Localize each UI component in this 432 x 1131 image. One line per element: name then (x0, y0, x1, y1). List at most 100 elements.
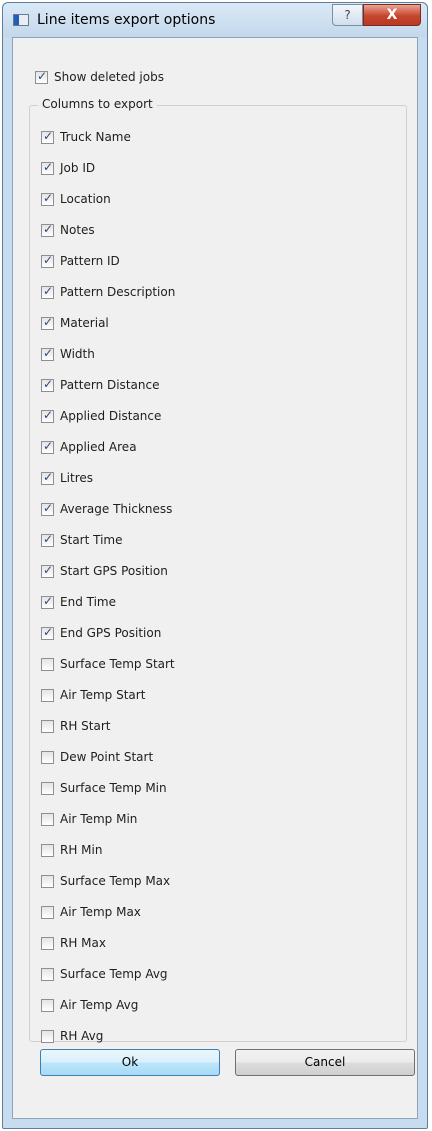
export-options-dialog: Line items export options ? X Show delet… (2, 2, 428, 1129)
column-option[interactable]: Applied Area (41, 436, 137, 458)
column-option[interactable]: Litres (41, 467, 93, 489)
column-label: Surface Temp Start (60, 657, 175, 671)
column-option[interactable]: End GPS Position (41, 622, 161, 644)
column-checkbox[interactable] (41, 129, 54, 144)
column-checkbox[interactable] (41, 563, 54, 578)
column-checkbox[interactable] (41, 470, 54, 485)
column-option[interactable]: Air Temp Min (41, 808, 137, 830)
window-title: Line items export options (37, 12, 216, 28)
column-label: Location (60, 192, 111, 206)
column-option[interactable]: Start GPS Position (41, 560, 168, 582)
column-label: Air Temp Start (60, 688, 146, 702)
show-deleted-jobs-option[interactable]: Show deleted jobs (35, 66, 164, 88)
column-checkbox[interactable] (41, 594, 54, 609)
column-label: Truck Name (60, 130, 131, 144)
column-label: Width (60, 347, 95, 361)
column-checkbox[interactable] (41, 191, 54, 206)
column-option[interactable]: Pattern ID (41, 250, 120, 272)
column-label: Pattern Description (60, 285, 176, 299)
column-option[interactable]: Material (41, 312, 109, 334)
column-label: Applied Area (60, 440, 137, 454)
column-label: Start Time (60, 533, 123, 547)
cancel-button[interactable]: Cancel (235, 1049, 415, 1076)
column-checkbox[interactable] (41, 253, 54, 268)
column-checkbox[interactable] (41, 998, 54, 1012)
column-option[interactable]: Start Time (41, 529, 123, 551)
column-label: Surface Temp Min (60, 781, 167, 795)
column-option[interactable]: Location (41, 188, 111, 210)
column-label: Surface Temp Avg (60, 967, 168, 981)
show-deleted-jobs-checkbox[interactable] (35, 69, 48, 84)
column-option[interactable]: Air Temp Avg (41, 994, 138, 1016)
column-option[interactable]: Pattern Distance (41, 374, 159, 396)
column-label: RH Start (60, 719, 111, 733)
column-option[interactable]: Applied Distance (41, 405, 161, 427)
help-button[interactable]: ? (332, 4, 363, 26)
column-option[interactable]: Job ID (41, 157, 95, 179)
column-label: Air Temp Max (60, 905, 141, 919)
column-option[interactable]: Air Temp Max (41, 901, 141, 923)
column-label: Dew Point Start (60, 750, 154, 764)
column-checkbox[interactable] (41, 377, 54, 392)
column-option[interactable]: RH Start (41, 715, 111, 737)
column-option[interactable]: Average Thickness (41, 498, 172, 520)
column-checkbox[interactable] (41, 874, 54, 888)
ok-button[interactable]: Ok (40, 1049, 220, 1076)
column-label: RH Max (60, 936, 106, 950)
dialog-body: Show deleted jobs Columns to export Truc… (12, 37, 418, 1119)
column-label: Average Thickness (60, 502, 173, 516)
column-label: Job ID (60, 161, 96, 175)
column-label: End Time (60, 595, 116, 609)
column-label: Litres (60, 471, 94, 485)
column-checkbox[interactable] (41, 532, 54, 547)
close-button[interactable]: X (363, 4, 421, 26)
column-option[interactable]: Pattern Description (41, 281, 175, 303)
column-option[interactable]: Notes (41, 219, 95, 241)
column-label: Pattern Distance (60, 378, 160, 392)
column-checkbox[interactable] (41, 160, 54, 175)
column-label: Start GPS Position (60, 564, 168, 578)
column-checkbox[interactable] (41, 284, 54, 299)
column-checkbox[interactable] (41, 750, 54, 764)
column-checkbox[interactable] (41, 843, 54, 857)
column-option[interactable]: Width (41, 343, 95, 365)
column-label: Notes (60, 223, 95, 237)
column-checkbox[interactable] (41, 781, 54, 795)
column-option[interactable]: Surface Temp Start (41, 653, 175, 675)
title-bar[interactable]: Line items export options ? X (3, 3, 427, 37)
column-checkbox[interactable] (41, 625, 54, 640)
column-checkbox[interactable] (41, 408, 54, 423)
column-option[interactable]: RH Avg (41, 1025, 103, 1047)
column-label: Applied Distance (60, 409, 162, 423)
column-option[interactable]: Dew Point Start (41, 746, 153, 768)
column-label: Pattern ID (60, 254, 120, 268)
column-option[interactable]: Truck Name (41, 126, 131, 148)
column-label: Surface Temp Max (60, 874, 171, 888)
column-label: Material (60, 316, 109, 330)
column-checkbox[interactable] (41, 222, 54, 237)
column-option[interactable]: Surface Temp Max (41, 870, 170, 892)
column-checkbox[interactable] (41, 1029, 54, 1043)
column-option[interactable]: Surface Temp Avg (41, 963, 168, 985)
column-option[interactable]: Surface Temp Min (41, 777, 167, 799)
column-checkbox[interactable] (41, 439, 54, 454)
column-checkbox[interactable] (41, 936, 54, 950)
column-checkbox[interactable] (41, 905, 54, 919)
column-option[interactable]: Air Temp Start (41, 684, 145, 706)
column-checkbox[interactable] (41, 719, 54, 733)
column-checkbox[interactable] (41, 346, 54, 361)
column-label: Air Temp Avg (60, 998, 139, 1012)
column-label: Air Temp Min (60, 812, 138, 826)
column-option[interactable]: RH Min (41, 839, 102, 861)
column-checkbox[interactable] (41, 501, 54, 516)
columns-to-export-legend: Columns to export (38, 97, 157, 111)
window-app-icon (13, 14, 29, 26)
column-checkbox[interactable] (41, 315, 54, 330)
column-checkbox[interactable] (41, 967, 54, 981)
column-label: RH Min (60, 843, 103, 857)
column-checkbox[interactable] (41, 812, 54, 826)
column-option[interactable]: End Time (41, 591, 116, 613)
column-option[interactable]: RH Max (41, 932, 106, 954)
column-checkbox[interactable] (41, 688, 54, 702)
column-checkbox[interactable] (41, 657, 54, 671)
